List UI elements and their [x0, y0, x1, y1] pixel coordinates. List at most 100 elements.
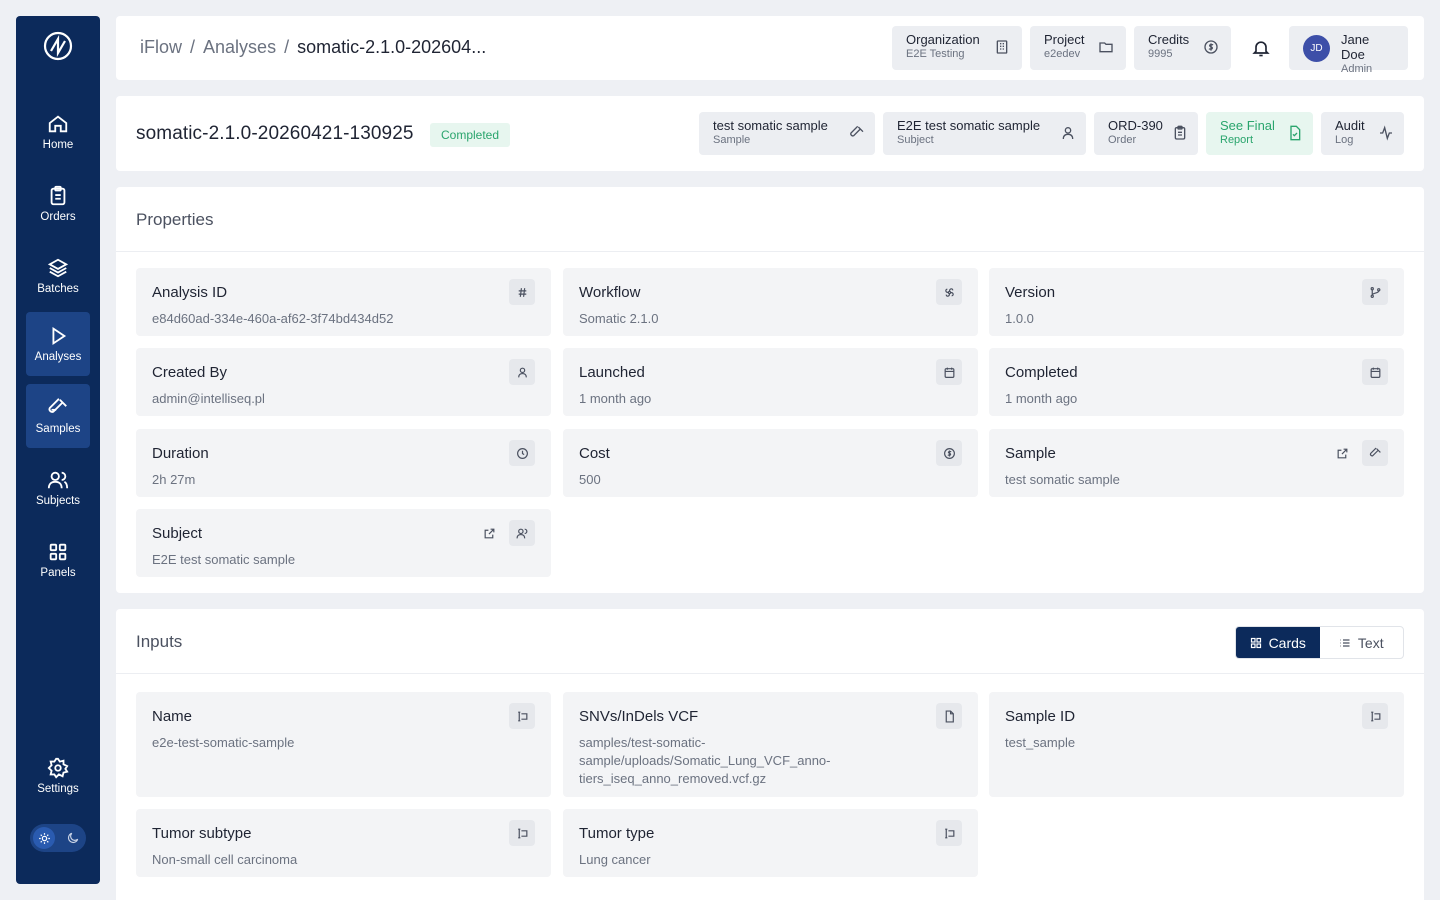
text-view-button[interactable]: Text: [1320, 627, 1404, 658]
property-label: Launched: [579, 364, 645, 381]
test-tube-icon: [1362, 440, 1388, 466]
property-value: 2h 27m: [152, 472, 196, 487]
sidebar-item-label: Batches: [37, 283, 79, 295]
sun-icon: [33, 827, 55, 849]
property-version: Version 1.0.0: [989, 268, 1404, 336]
external-link-icon[interactable]: [1329, 440, 1355, 466]
sidebar: Home Orders Batches Analyses Samples Sub…: [16, 16, 100, 884]
breadcrumb-analyses[interactable]: Analyses: [203, 37, 276, 58]
grid-icon: [49, 543, 67, 561]
order-link-button[interactable]: ORD-390 Order: [1094, 112, 1198, 155]
audit-log-button[interactable]: Audit Log: [1321, 112, 1404, 155]
list-icon: [1340, 638, 1350, 647]
clipboard-icon: [50, 185, 66, 206]
property-label: Workflow: [579, 284, 641, 301]
organization-selector[interactable]: Organization E2E Testing: [892, 26, 1022, 70]
divider: [116, 251, 1424, 252]
property-label: Subject: [152, 525, 203, 542]
property-value: admin@intelliseq.pl: [152, 391, 265, 406]
input-label: Sample ID: [1005, 708, 1076, 725]
sidebar-item-panels[interactable]: Panels: [26, 528, 90, 592]
sidebar-item-analyses[interactable]: Analyses: [26, 312, 90, 376]
sidebar-item-subjects[interactable]: Subjects: [26, 456, 90, 520]
final-report-button[interactable]: See Final Report: [1206, 112, 1313, 155]
clipboard-icon: [1174, 125, 1186, 140]
external-link-icon[interactable]: [476, 520, 502, 546]
property-cost: Cost 500: [563, 429, 978, 497]
property-analysis-id: Analysis ID e84d60ad-334e-460a-af62-3f74…: [136, 268, 551, 336]
chip-title: E2E test somatic sample: [897, 118, 1041, 133]
sidebar-item-orders[interactable]: Orders: [26, 172, 90, 236]
text-field-icon: [1362, 703, 1388, 729]
layers-icon: [47, 258, 69, 278]
property-subject: Subject E2E test somatic sample: [136, 509, 551, 577]
sidebar-item-label: Subjects: [35, 495, 81, 507]
section-title: Inputs: [136, 632, 183, 651]
breadcrumb-current: somatic-2.1.0-202604...: [297, 37, 487, 57]
user-icon: [509, 359, 535, 385]
input-value: Lung cancer: [579, 852, 651, 867]
clock-icon: [509, 440, 535, 466]
input-sample-id: Sample ID test_sample: [989, 692, 1404, 797]
users-icon: [509, 520, 535, 546]
divider: [116, 673, 1424, 674]
project-selector[interactable]: Project e2edev: [1030, 26, 1126, 70]
property-label: Sample: [1005, 445, 1056, 462]
property-value: E2E test somatic sample: [152, 552, 296, 567]
chip-subtitle: E2E Testing: [906, 48, 965, 60]
calendar-icon: [936, 359, 962, 385]
input-label: Tumor type: [579, 825, 655, 842]
activity-icon: [1380, 125, 1392, 141]
calendar-check-icon: [1362, 359, 1388, 385]
property-created-by: Created By admin@intelliseq.pl: [136, 348, 551, 416]
input-tumor-subtype: Tumor subtype Non-small cell carcinoma: [136, 809, 551, 877]
property-value: 500: [579, 472, 601, 487]
inputs-section: Inputs Cards Text Name e2e-test-somatic-…: [116, 609, 1424, 900]
users-icon: [47, 471, 69, 489]
property-label: Created By: [152, 364, 228, 381]
user-role: Admin: [1341, 63, 1373, 75]
user-name: Jane Doe: [1341, 32, 1370, 62]
sidebar-item-batches[interactable]: Batches: [26, 244, 90, 308]
property-sample: Sample test somatic sample: [989, 429, 1404, 497]
input-value: samples/test-somatic-sample/uploads/Soma…: [579, 735, 831, 786]
input-snvs-indels-vcf: SNVs/InDels VCF samples/test-somatic-sam…: [563, 692, 978, 797]
property-label: Analysis ID: [152, 284, 228, 301]
user-menu[interactable]: JD Jane Doe Admin: [1289, 26, 1408, 75]
property-value: test somatic sample: [1005, 472, 1120, 487]
subject-link-button[interactable]: E2E test somatic sample Subject: [883, 112, 1086, 155]
chip-subtitle: Sample: [713, 134, 751, 146]
section-title: Properties: [136, 210, 214, 229]
properties-section: Properties Analysis ID e84d60ad-334e-460…: [116, 187, 1424, 593]
sidebar-item-label: Settings: [37, 783, 79, 795]
sidebar-item-settings[interactable]: Settings: [26, 744, 90, 808]
property-completed: Completed 1 month ago: [989, 348, 1404, 416]
cards-view-button[interactable]: Cards: [1236, 627, 1320, 658]
moon-icon: [62, 827, 84, 849]
app-logo-icon[interactable]: [42, 30, 74, 62]
chip-title: Organization: [906, 32, 980, 47]
breadcrumb: iFlow / Analyses / somatic-2.1.0-202604.…: [140, 37, 486, 58]
theme-toggle[interactable]: [30, 824, 86, 852]
property-value: 1 month ago: [1005, 391, 1078, 406]
property-value: 1.0.0: [1005, 311, 1034, 326]
sample-link-button[interactable]: test somatic sample Sample: [699, 112, 875, 155]
cards-view-label: Cards: [1268, 634, 1306, 651]
credits-chip[interactable]: Credits 9995: [1134, 26, 1231, 70]
avatar: JD: [1303, 35, 1330, 62]
bell-icon[interactable]: [1251, 38, 1271, 58]
sidebar-item-label: Orders: [40, 211, 76, 223]
breadcrumb-separator: /: [284, 37, 290, 57]
property-label: Completed: [1005, 364, 1078, 381]
file-icon: [936, 703, 962, 729]
property-launched: Launched 1 month ago: [563, 348, 978, 416]
breadcrumb-home[interactable]: iFlow: [140, 37, 182, 58]
property-value: e84d60ad-334e-460a-af62-3f74bd434d52: [152, 311, 394, 326]
sidebar-item-samples[interactable]: Samples: [26, 384, 90, 448]
input-label: Tumor subtype: [152, 825, 252, 842]
sidebar-item-label: Analyses: [34, 351, 82, 363]
property-duration: Duration 2h 27m: [136, 429, 551, 497]
user-icon: [1062, 127, 1074, 140]
gear-icon: [47, 757, 69, 779]
sidebar-item-home[interactable]: Home: [26, 100, 90, 164]
